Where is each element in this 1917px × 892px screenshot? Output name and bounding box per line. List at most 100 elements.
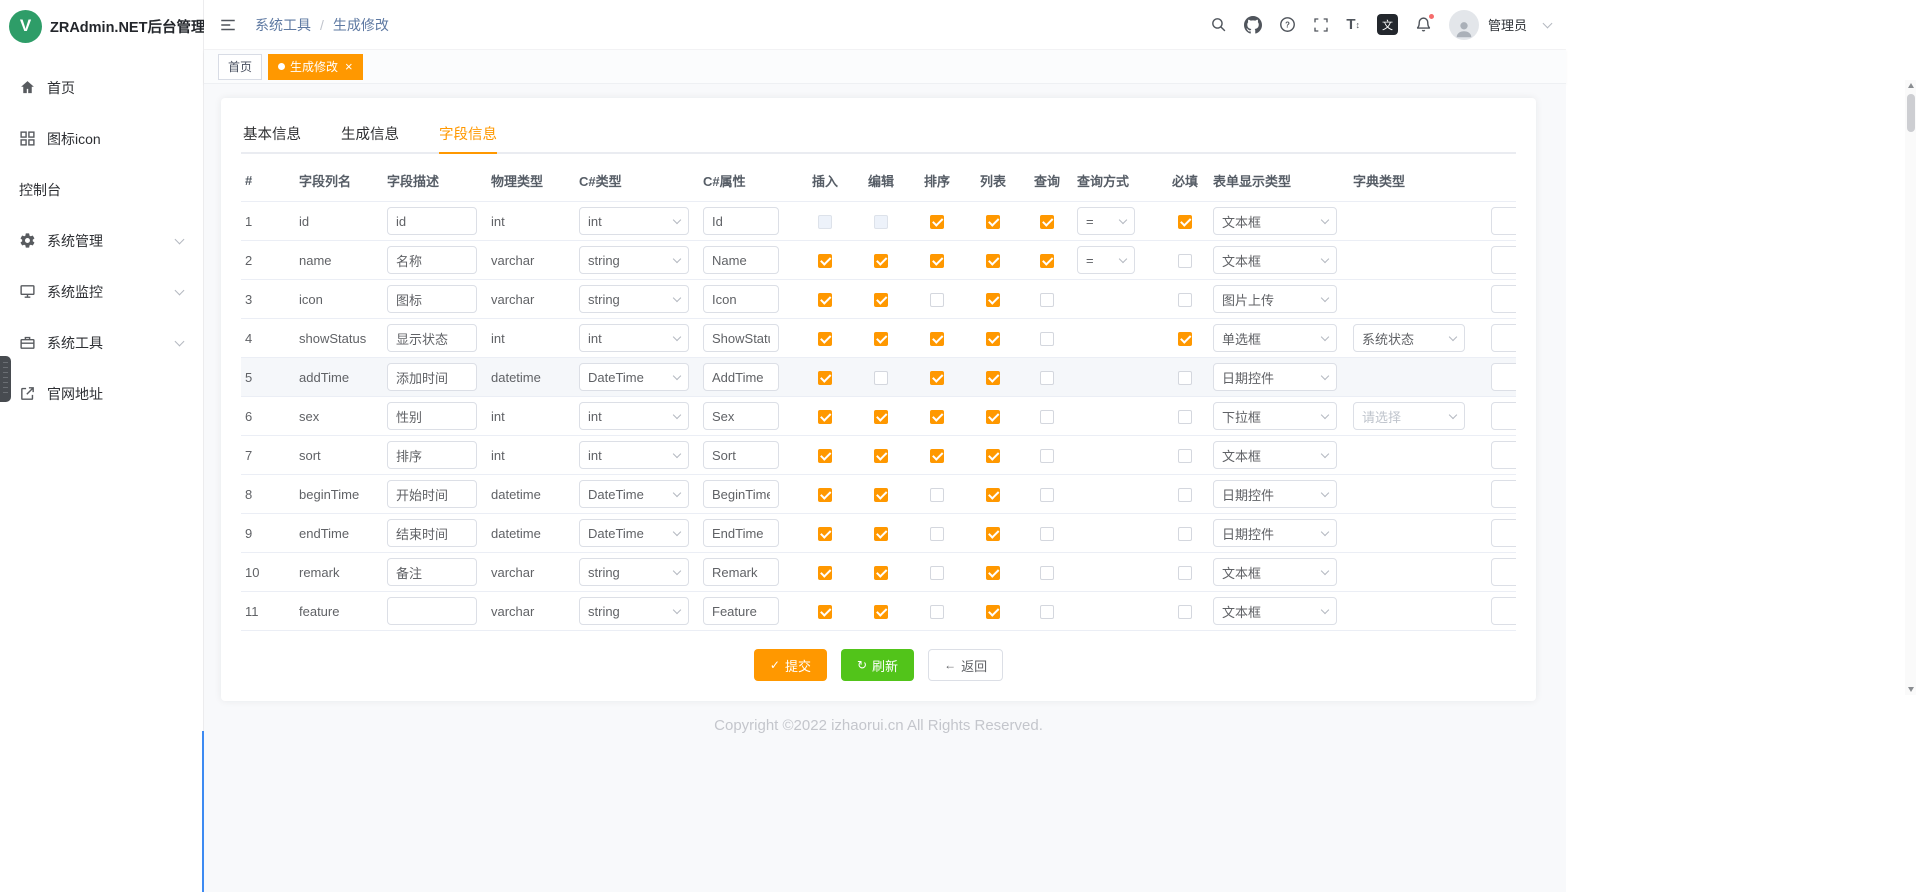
display-type-select[interactable]: 日期控件 (1213, 363, 1337, 391)
list-checkbox[interactable] (986, 215, 1000, 229)
query-checkbox[interactable] (1040, 293, 1054, 307)
query-method-select[interactable]: = (1077, 207, 1135, 235)
sort-checkbox[interactable] (930, 410, 944, 424)
required-checkbox[interactable] (1178, 605, 1192, 619)
required-checkbox[interactable] (1178, 488, 1192, 502)
description-input[interactable] (387, 402, 477, 430)
required-checkbox[interactable] (1178, 215, 1192, 229)
extra-input[interactable] (1491, 207, 1516, 235)
csharp-type-select[interactable]: int (579, 207, 689, 235)
description-input[interactable] (387, 285, 477, 313)
avatar[interactable] (1449, 10, 1479, 40)
extra-input[interactable] (1491, 519, 1516, 547)
query-method-select[interactable]: = (1077, 246, 1135, 274)
required-checkbox[interactable] (1178, 332, 1192, 346)
edit-checkbox[interactable] (874, 254, 888, 268)
csharp-type-select[interactable]: string (579, 597, 689, 625)
sort-checkbox[interactable] (930, 449, 944, 463)
table-scroll-container[interactable]: #字段列名字段描述物理类型C#类型C#属性插入编辑排序列表查询查询方式必填表单显… (241, 160, 1516, 631)
list-checkbox[interactable] (986, 293, 1000, 307)
required-checkbox[interactable] (1178, 410, 1192, 424)
csharp-property-input[interactable] (703, 519, 779, 547)
insert-checkbox[interactable] (818, 527, 832, 541)
window-scrollbar-thumb[interactable] (1907, 94, 1915, 132)
sort-checkbox[interactable] (930, 293, 944, 307)
query-checkbox[interactable] (1040, 527, 1054, 541)
description-input[interactable] (387, 480, 477, 508)
notification-bell-icon[interactable] (1415, 16, 1432, 33)
csharp-property-input[interactable] (703, 597, 779, 625)
display-type-select[interactable]: 下拉框 (1213, 402, 1337, 430)
sidebar-item-icons[interactable]: 图标icon (0, 113, 203, 164)
edit-checkbox[interactable] (874, 527, 888, 541)
extra-input[interactable] (1491, 324, 1516, 352)
tab-generate-info[interactable]: 生成信息 (341, 114, 399, 152)
sidebar-item-system-tools[interactable]: 系统工具 (0, 317, 203, 368)
sort-checkbox[interactable] (930, 488, 944, 502)
user-name[interactable]: 管理员 (1488, 15, 1527, 34)
edit-checkbox[interactable] (874, 371, 888, 385)
csharp-property-input[interactable] (703, 558, 779, 586)
query-checkbox[interactable] (1040, 371, 1054, 385)
csharp-property-input[interactable] (703, 246, 779, 274)
help-icon[interactable]: ? (1279, 16, 1296, 33)
insert-checkbox[interactable] (818, 605, 832, 619)
display-type-select[interactable]: 日期控件 (1213, 519, 1337, 547)
sort-checkbox[interactable] (930, 566, 944, 580)
tag-tab-gen-edit[interactable]: 生成修改× (268, 54, 363, 80)
dict-type-select[interactable]: 系统状态 (1353, 324, 1465, 352)
sidebar-item-system-monitor[interactable]: 系统监控 (0, 266, 203, 317)
edit-checkbox[interactable] (874, 410, 888, 424)
query-checkbox[interactable] (1040, 566, 1054, 580)
sidebar-item-home[interactable]: 首页 (0, 62, 203, 113)
sidebar-item-official-site[interactable]: 官网地址 (0, 368, 203, 419)
query-checkbox[interactable] (1040, 254, 1054, 268)
insert-checkbox[interactable] (818, 410, 832, 424)
tab-close-icon[interactable]: × (345, 60, 353, 73)
insert-checkbox[interactable] (818, 215, 832, 229)
edit-checkbox[interactable] (874, 449, 888, 463)
csharp-property-input[interactable] (703, 363, 779, 391)
csharp-type-select[interactable]: DateTime (579, 363, 689, 391)
breadcrumb-item-1[interactable]: 系统工具 (255, 15, 311, 35)
insert-checkbox[interactable] (818, 293, 832, 307)
csharp-type-select[interactable]: DateTime (579, 480, 689, 508)
sidebar-item-system-manage[interactable]: 系统管理 (0, 215, 203, 266)
display-type-select[interactable]: 文本框 (1213, 207, 1337, 235)
list-checkbox[interactable] (986, 332, 1000, 346)
edit-checkbox[interactable] (874, 332, 888, 346)
extra-input[interactable] (1491, 246, 1516, 274)
required-checkbox[interactable] (1178, 449, 1192, 463)
list-checkbox[interactable] (986, 605, 1000, 619)
refresh-button[interactable]: ↻ 刷新 (841, 649, 914, 681)
list-checkbox[interactable] (986, 410, 1000, 424)
query-checkbox[interactable] (1040, 488, 1054, 502)
sort-checkbox[interactable] (930, 527, 944, 541)
csharp-property-input[interactable] (703, 207, 779, 235)
required-checkbox[interactable] (1178, 371, 1192, 385)
sort-checkbox[interactable] (930, 371, 944, 385)
list-checkbox[interactable] (986, 371, 1000, 385)
tab-basic-info[interactable]: 基本信息 (243, 114, 301, 152)
description-input[interactable] (387, 558, 477, 586)
list-checkbox[interactable] (986, 527, 1000, 541)
submit-button[interactable]: ✓ 提交 (754, 649, 827, 681)
tag-tab-home[interactable]: 首页 (218, 54, 262, 80)
insert-checkbox[interactable] (818, 488, 832, 502)
edit-checkbox[interactable] (874, 215, 888, 229)
scroll-down-arrow[interactable] (1905, 684, 1916, 695)
description-input[interactable] (387, 441, 477, 469)
extra-input[interactable] (1491, 597, 1516, 625)
display-type-select[interactable]: 单选框 (1213, 324, 1337, 352)
sort-checkbox[interactable] (930, 332, 944, 346)
csharp-type-select[interactable]: int (579, 441, 689, 469)
breadcrumb-item-2[interactable]: 生成修改 (333, 15, 389, 35)
display-type-select[interactable]: 日期控件 (1213, 480, 1337, 508)
insert-checkbox[interactable] (818, 449, 832, 463)
extra-input[interactable] (1491, 402, 1516, 430)
description-input[interactable] (387, 207, 477, 235)
extra-input[interactable] (1491, 558, 1516, 586)
extra-input[interactable] (1491, 285, 1516, 313)
sort-checkbox[interactable] (930, 254, 944, 268)
query-checkbox[interactable] (1040, 332, 1054, 346)
